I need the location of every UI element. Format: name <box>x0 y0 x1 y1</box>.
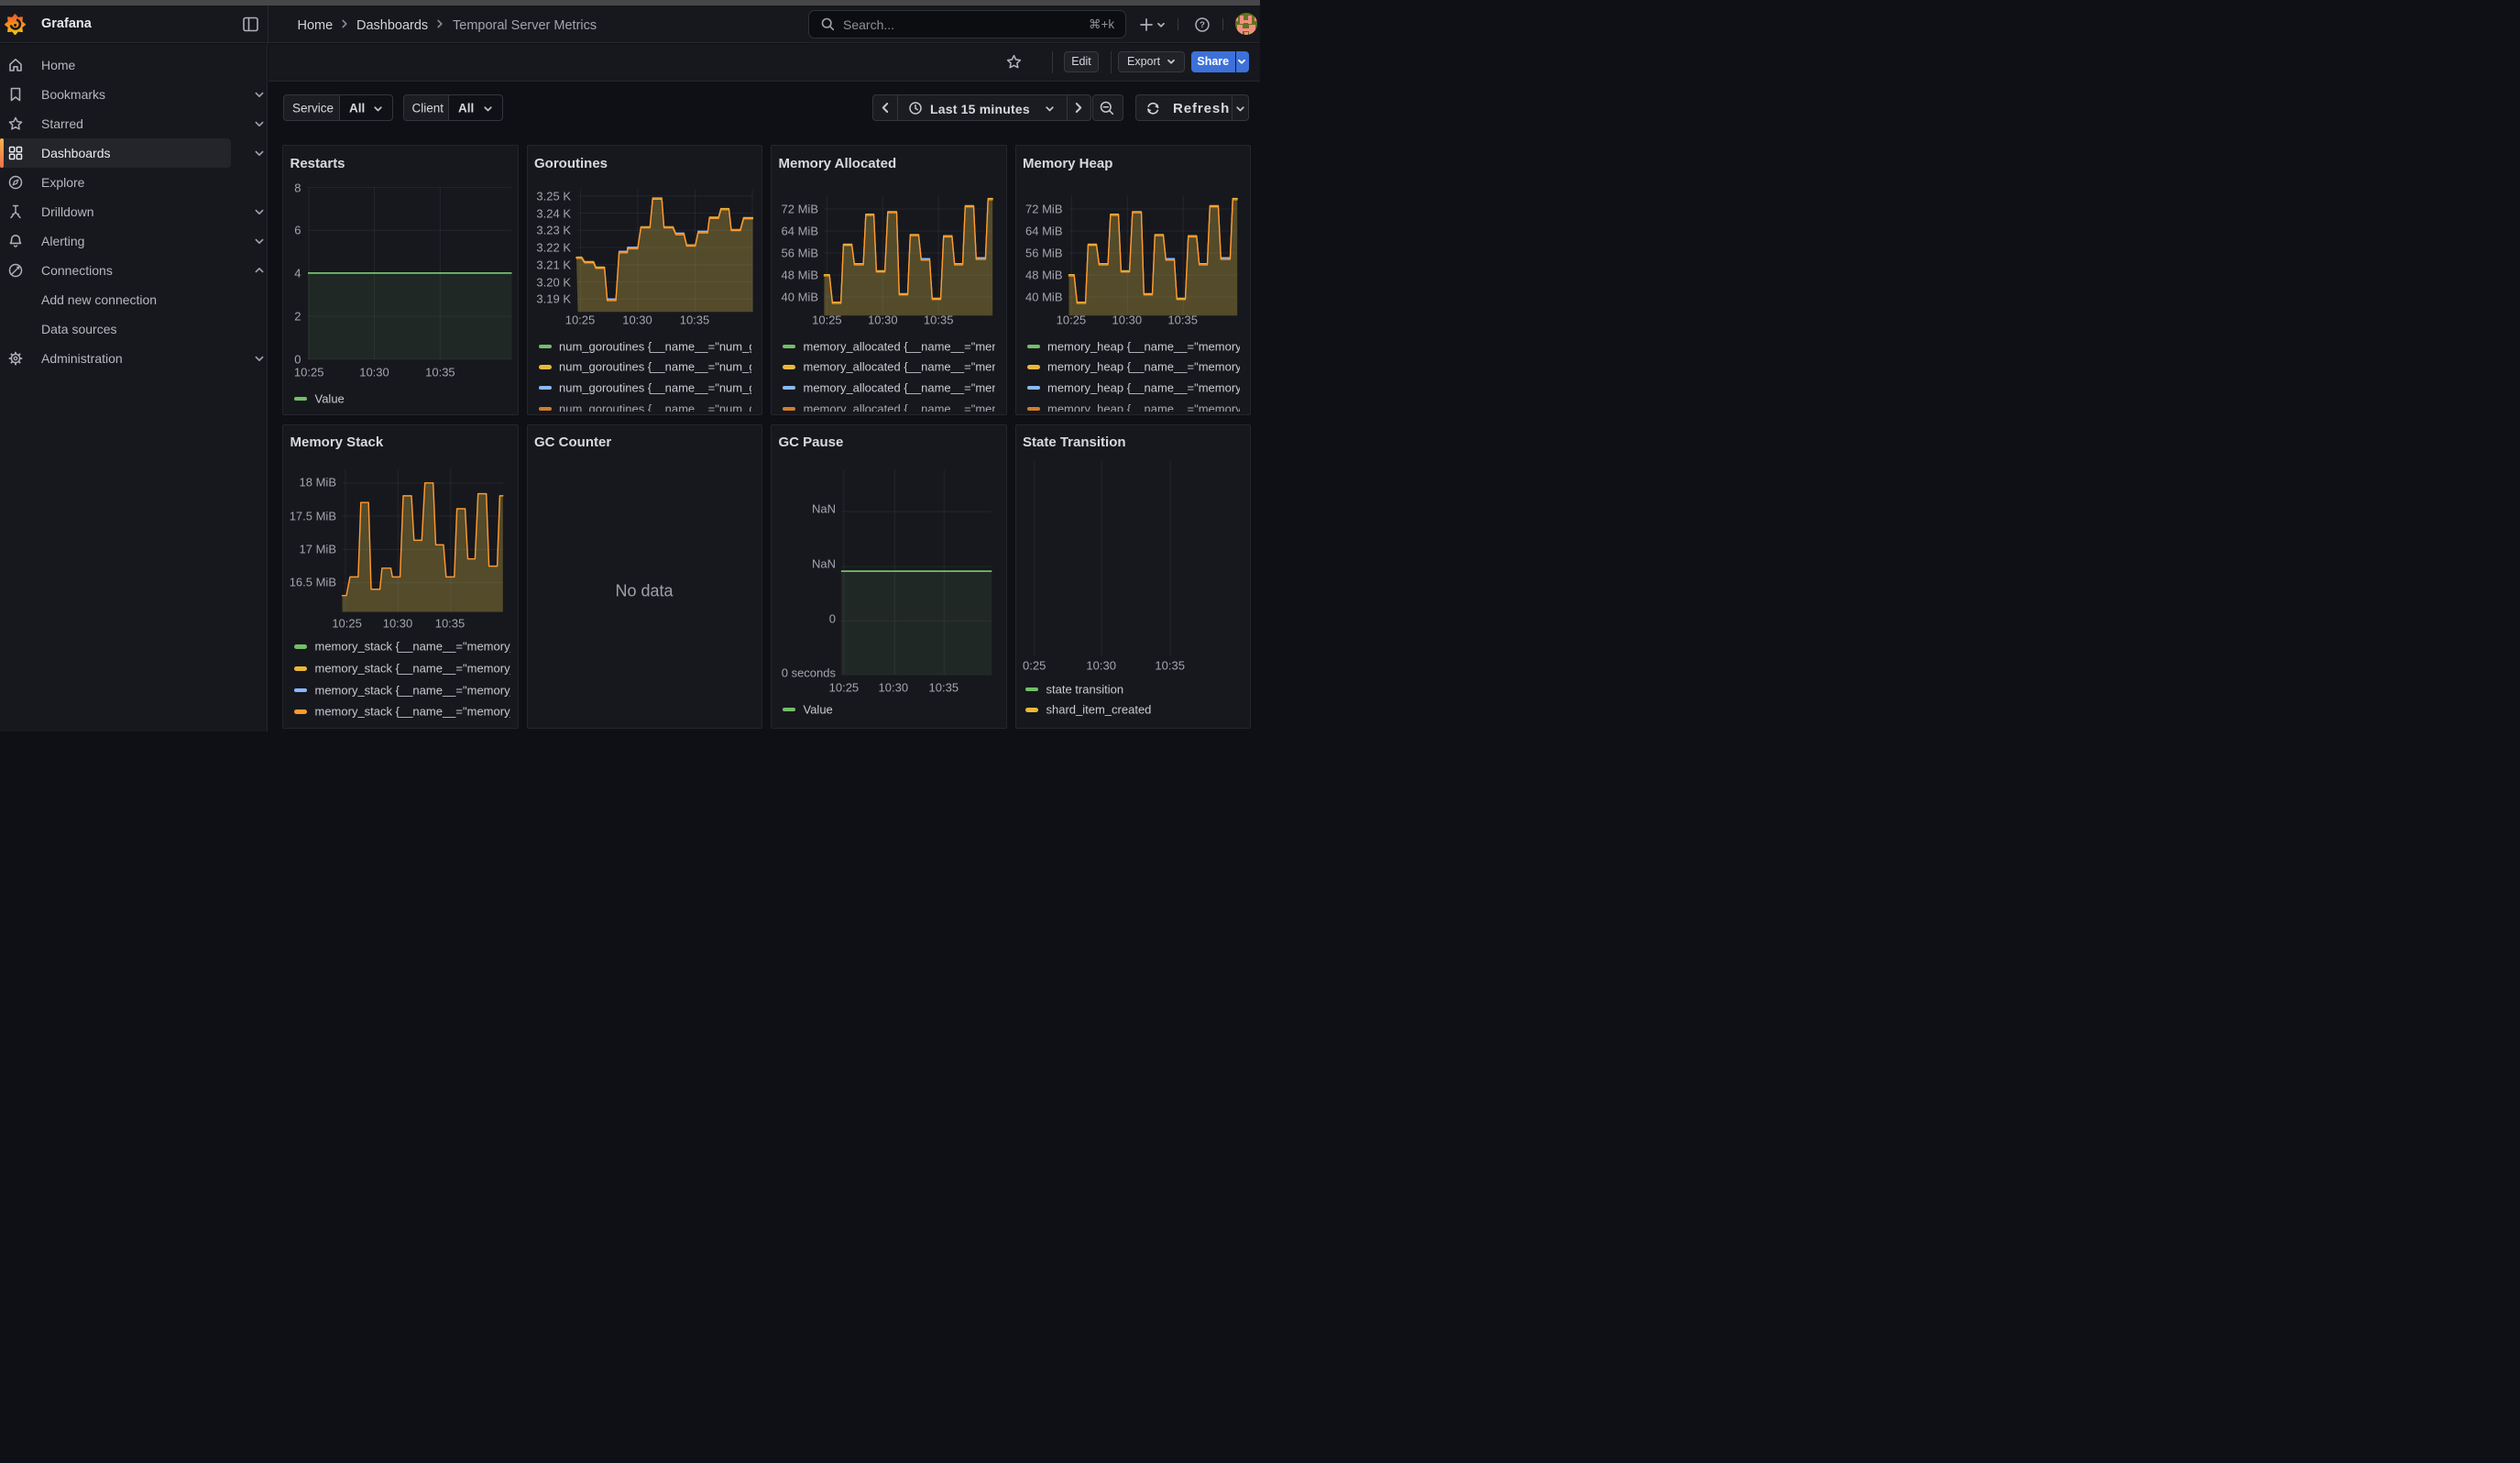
svg-text:?: ? <box>1200 20 1205 30</box>
